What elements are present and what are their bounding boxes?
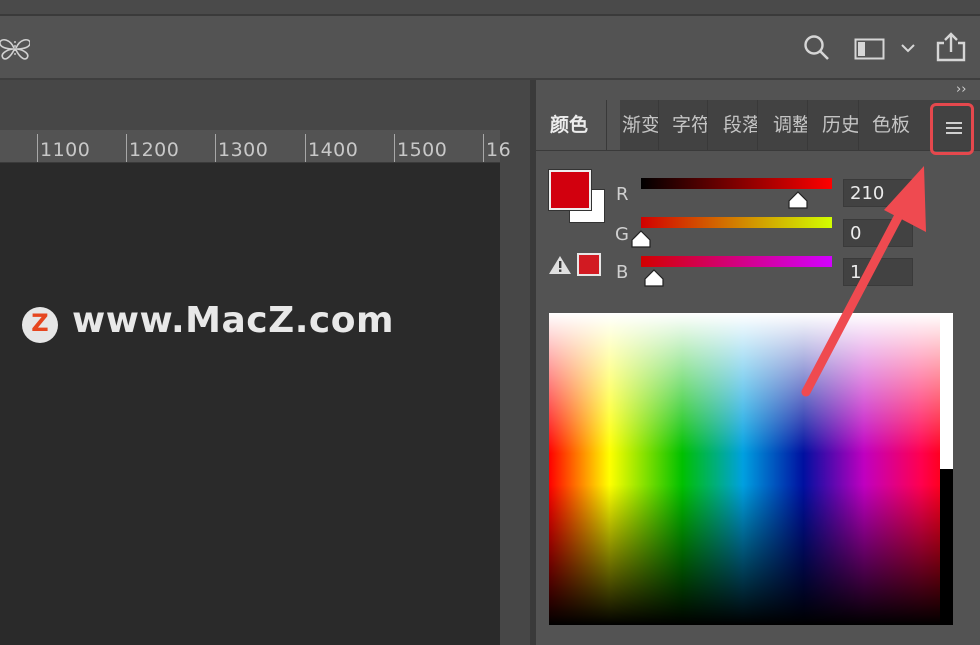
r-slider-track[interactable] [641,178,832,189]
collapse-panels-button[interactable]: ›› [956,82,966,97]
hamburger-menu-icon [946,122,962,124]
butterfly-icon[interactable] [0,33,30,63]
ruler-tick [215,134,216,162]
hamburger-menu-icon-line [946,132,962,134]
r-label: R [616,184,629,205]
g-slider-thumb[interactable] [631,230,651,248]
color-spectrum-ramp[interactable] [549,313,953,625]
b-slider-thumb[interactable] [644,269,665,287]
tab-adjustments[interactable]: 调整 [773,100,807,150]
canvas-scroll-track[interactable] [500,163,530,645]
tab-history[interactable]: 历史 [822,100,858,150]
panel-menu-button[interactable] [930,103,974,155]
ruler-tick [394,134,395,162]
ruler-tick [483,134,484,162]
gamut-color-swatch[interactable] [577,253,601,276]
ruler-tick [305,134,306,162]
r-slider-thumb[interactable] [788,191,808,209]
tab-swatches[interactable]: 色板 [872,100,916,150]
tab-gradient[interactable]: 渐变 [622,100,658,150]
hamburger-menu-icon-line [946,127,962,129]
ruler-label: 1100 [40,139,91,161]
out-of-gamut-warning-icon[interactable] [548,254,572,276]
search-icon[interactable] [803,34,831,62]
watermark-logo-letter: Z [31,309,49,337]
tab-color[interactable]: 颜色 [536,100,620,150]
panel-bottom [536,625,980,645]
g-slider-track[interactable] [641,217,832,228]
options-bar [0,16,980,80]
ruler-label: 1400 [308,139,359,161]
r-value-input[interactable]: 210 [843,179,913,207]
g-value-input[interactable]: 0 [843,219,913,247]
horizontal-ruler[interactable]: 1100 1200 1300 1400 1500 16 [0,130,511,163]
b-value-input[interactable]: 1 [843,258,913,286]
tab-paragraph[interactable]: 段落 [723,100,757,150]
black-white-ramp[interactable] [940,313,953,625]
watermark-text: www.MacZ.com [72,300,394,341]
g-label: G [615,224,629,245]
b-slider-track[interactable] [641,256,832,267]
share-icon[interactable] [934,30,968,64]
document-canvas[interactable] [0,163,500,645]
ruler-label: 16 [486,139,512,161]
chevron-down-icon[interactable] [900,42,916,54]
watermark-logo: Z [22,307,58,343]
ruler-label: 1500 [397,139,448,161]
b-label: B [616,262,629,283]
ruler-tick [126,134,127,162]
workspace-icon[interactable] [854,37,886,61]
title-strip [0,0,980,16]
ruler-tick [37,134,38,162]
ruler-label: 1200 [129,139,180,161]
ruler-label: 1300 [218,139,269,161]
foreground-color-swatch[interactable] [549,170,591,210]
tab-character[interactable]: 字符 [672,100,707,150]
